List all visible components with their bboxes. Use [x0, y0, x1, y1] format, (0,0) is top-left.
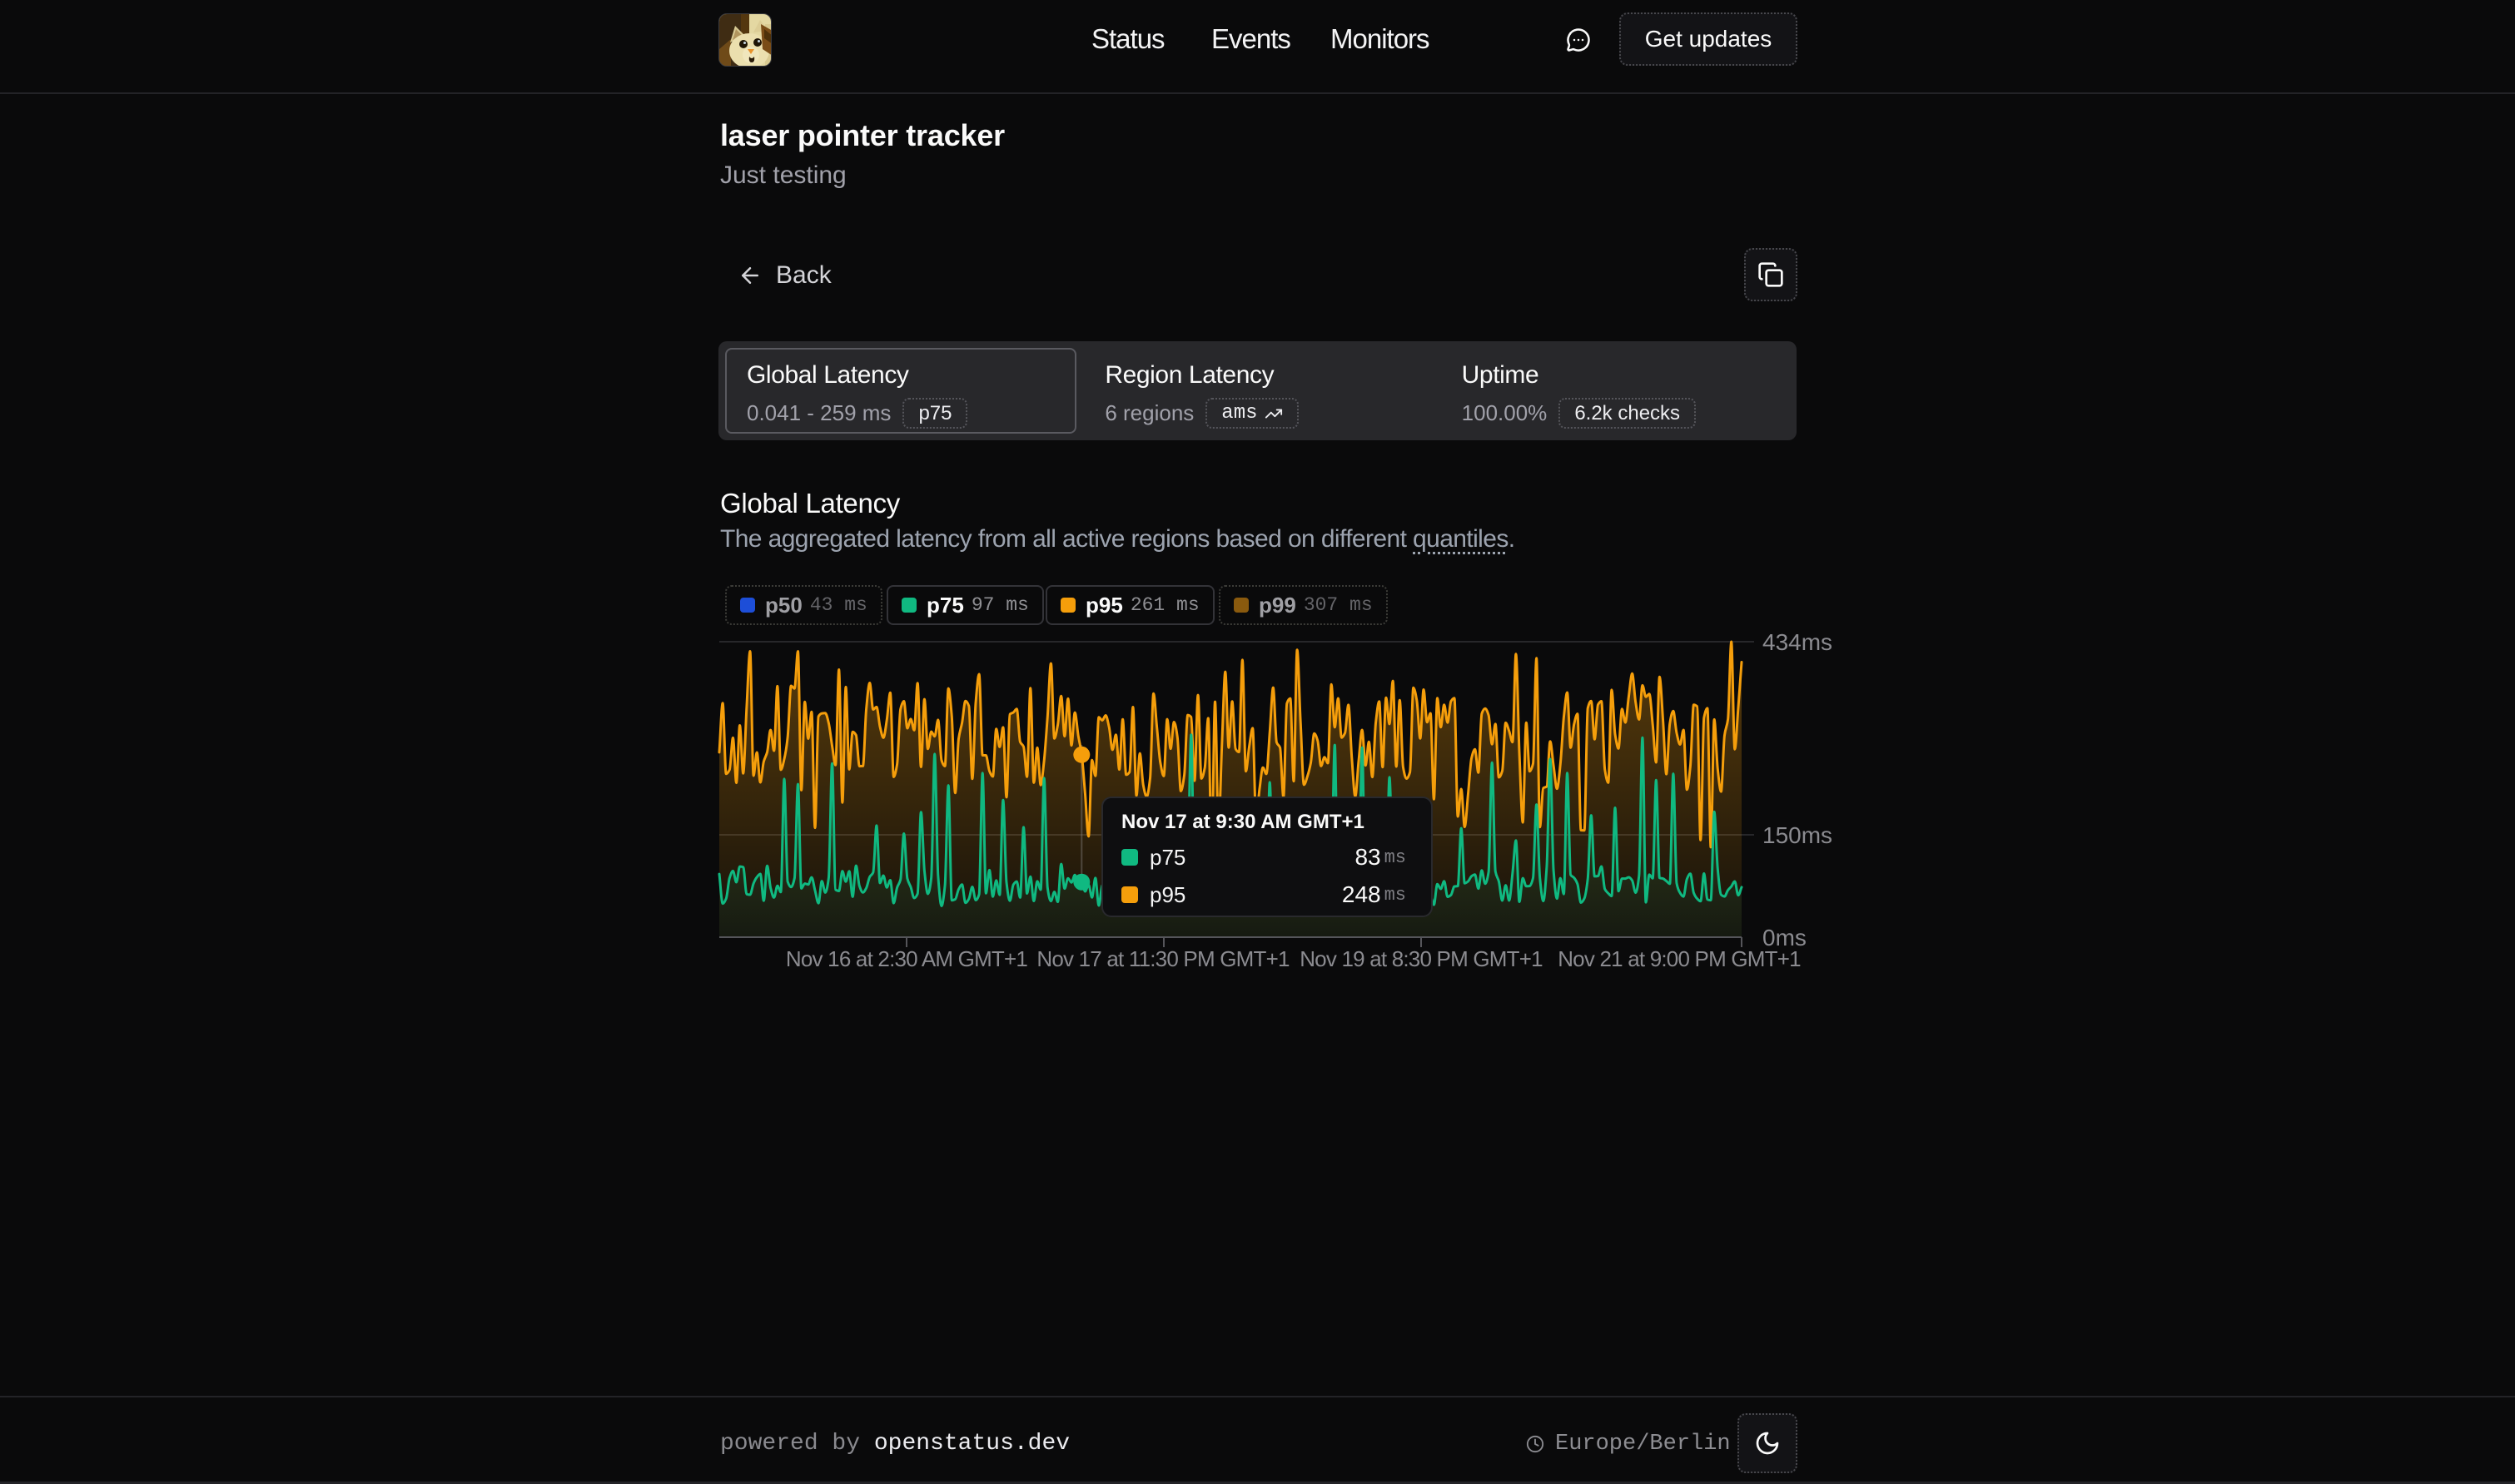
svg-text:Nov 16 at 2:30 AM GMT+1: Nov 16 at 2:30 AM GMT+1	[786, 946, 1027, 971]
svg-text:434ms: 434ms	[1762, 629, 1832, 655]
svg-text:150ms: 150ms	[1762, 822, 1832, 848]
svg-text:Nov 17 at 11:30 PM GMT+1: Nov 17 at 11:30 PM GMT+1	[1036, 946, 1290, 971]
svg-text:Nov 19 at 8:30 PM GMT+1: Nov 19 at 8:30 PM GMT+1	[1300, 946, 1543, 971]
svg-text:Nov 21 at 9:00 PM GMT+1: Nov 21 at 9:00 PM GMT+1	[1558, 946, 1801, 971]
